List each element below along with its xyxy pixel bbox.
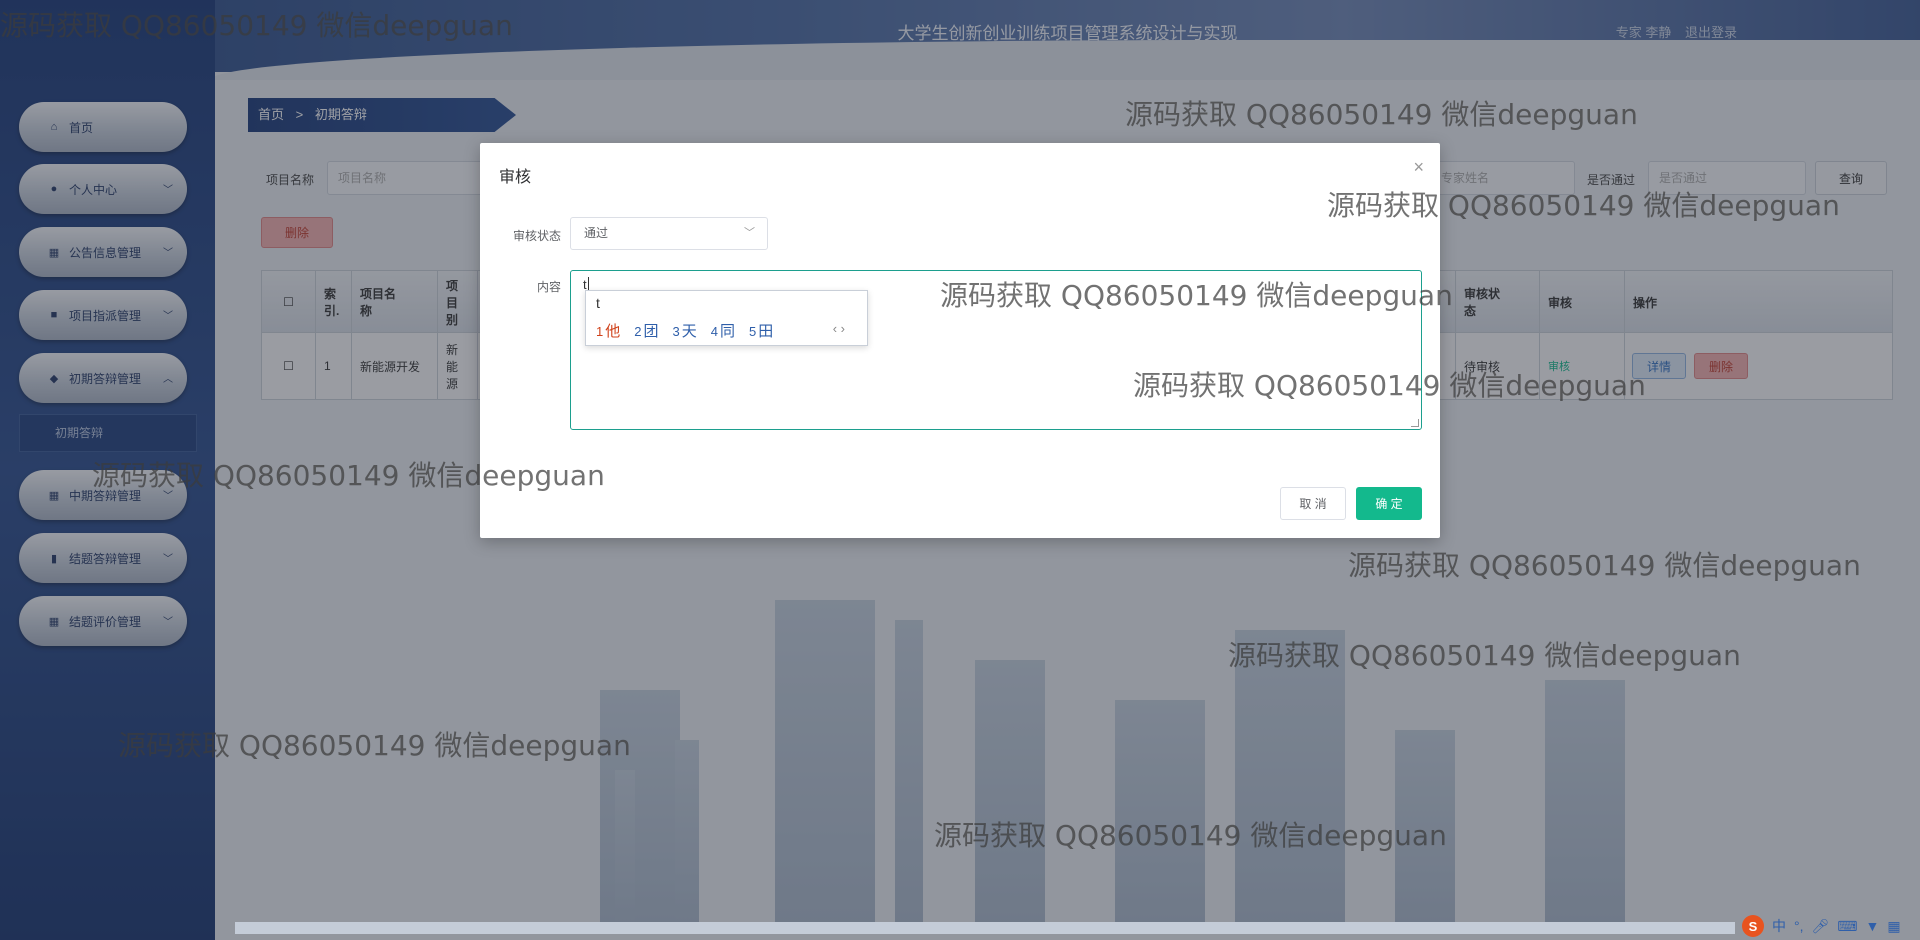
watermark: 源码获取 QQ86050149 微信deepguan [0,9,513,42]
watermark: 源码获取 QQ86050149 微信deepguan [118,729,631,762]
microphone-icon[interactable]: 🎤︎ [1812,918,1830,935]
watermark: 源码获取 QQ86050149 微信deepguan [934,819,1447,852]
ime-composition: t [596,295,600,311]
ime-candidate[interactable]: 2团 [634,320,658,341]
ime-mode-indicator[interactable]: 中 [1772,916,1786,936]
toolbox-icon[interactable]: ▦ [1887,918,1900,935]
status-select-value: 通过 [584,226,609,240]
status-select[interactable]: 通过 ﹀ [570,217,768,250]
punctuation-indicator[interactable]: °, [1794,918,1804,934]
watermark: 源码获取 QQ86050149 微信deepguan [1327,189,1840,222]
sogou-logo-icon[interactable]: S [1742,915,1764,937]
ime-candidate[interactable]: 3天 [673,320,697,341]
close-icon[interactable]: × [1413,157,1424,178]
watermark: 源码获取 QQ86050149 微信deepguan [940,279,1453,312]
ime-candidate[interactable]: 1他 [596,320,620,341]
status-label: 审核状态 [512,229,561,243]
watermark: 源码获取 QQ86050149 微信deepguan [1133,369,1646,402]
watermark: 源码获取 QQ86050149 微信deepguan [1125,98,1638,131]
confirm-button[interactable]: 确 定 [1356,487,1422,520]
watermark: 源码获取 QQ86050149 微信deepguan [1228,639,1741,672]
ime-toolbar: S 中 °, 🎤︎ ⌨︎ ▼ ▦ [1740,912,1920,940]
ime-candidate-window: t 1他 2团 3天 4同 5田 ‹ › [585,290,868,346]
cancel-button[interactable]: 取 消 [1280,487,1346,520]
ime-candidate[interactable]: 4同 [711,320,735,341]
chevron-down-icon: ﹀ [744,227,755,239]
resize-handle[interactable] [1411,419,1419,427]
ime-candidate-list: 1他 2团 3天 4同 5田 [596,320,787,341]
horizontal-scrollbar[interactable] [235,922,1735,934]
ime-candidate[interactable]: 5田 [749,320,773,341]
content-label: 内容 [536,280,561,294]
watermark: 源码获取 QQ86050149 微信deepguan [1348,549,1861,582]
keyboard-icon[interactable]: ⌨︎ [1837,918,1857,935]
shirt-icon[interactable]: ▼ [1866,918,1880,934]
watermark: 源码获取 QQ86050149 微信deepguan [92,459,605,492]
dialog-title: 审核 [499,169,532,186]
ime-page-nav[interactable]: ‹ › [833,321,845,336]
